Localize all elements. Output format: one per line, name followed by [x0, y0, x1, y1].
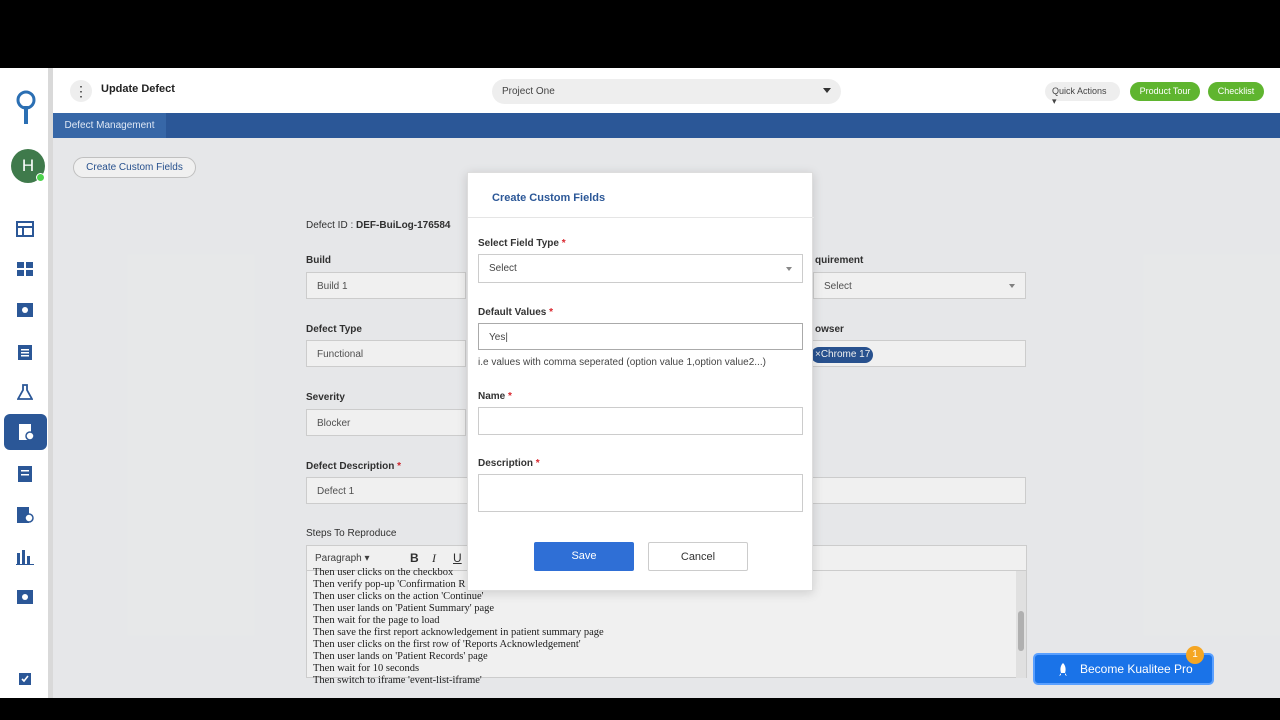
product-tour-button[interactable]: Product Tour: [1130, 82, 1200, 101]
default-values-hint: i.e values with comma seperated (option …: [478, 357, 766, 368]
default-values-label: Default Values *: [478, 307, 554, 318]
cancel-button[interactable]: Cancel: [648, 542, 748, 571]
modal-title: Create Custom Fields: [492, 192, 606, 204]
quick-actions-dropdown[interactable]: Quick Actions ▾: [1045, 82, 1120, 106]
name-label-text: Name: [478, 391, 506, 402]
field-type-label-text: Select Field Type: [478, 238, 559, 249]
top-header: ⋮ Update Defect Project One Quick Action…: [53, 68, 1280, 113]
modal-divider: [468, 217, 814, 218]
page-title: Update Defect: [101, 83, 175, 95]
checkbox-icon[interactable]: [14, 668, 36, 690]
tab-defect-management[interactable]: Defect Management: [53, 113, 166, 138]
project-select[interactable]: Project One: [492, 79, 841, 104]
modal-description-label: Description *: [478, 458, 540, 469]
list-doc-icon[interactable]: [14, 463, 36, 485]
save-button[interactable]: Save: [534, 542, 634, 571]
dashboard-icon[interactable]: [14, 258, 36, 280]
defect-doc-icon[interactable]: [4, 414, 47, 450]
avatar[interactable]: H: [11, 149, 45, 183]
flask-icon[interactable]: [14, 381, 36, 403]
clipboard-icon[interactable]: [14, 341, 36, 363]
chevron-down-icon: [786, 267, 792, 271]
project-select-value: Project One: [502, 86, 555, 97]
kebab-menu-icon[interactable]: ⋮: [70, 80, 92, 102]
rocket-icon: [1059, 663, 1067, 676]
default-values-input[interactable]: Yes|: [478, 323, 803, 350]
kualitee-logo[interactable]: [14, 90, 38, 126]
quick-actions-label: Quick Actions: [1052, 86, 1107, 96]
field-type-label: Select Field Type *: [478, 238, 566, 249]
modal-description-label-text: Description: [478, 458, 534, 469]
gear-doc-icon[interactable]: [14, 586, 36, 608]
name-label: Name *: [478, 391, 512, 402]
doc-search-icon[interactable]: [14, 504, 36, 526]
avatar-initial: H: [21, 156, 35, 175]
notification-badge: 1: [1186, 646, 1204, 664]
field-type-select[interactable]: Select: [478, 254, 803, 283]
settings-doc-icon[interactable]: [14, 299, 36, 321]
chevron-down-icon: [823, 88, 831, 93]
module-navbar: Defect Management: [53, 113, 1280, 138]
checklist-button[interactable]: Checklist: [1208, 82, 1264, 101]
bar-chart-icon[interactable]: [14, 546, 36, 568]
field-type-select-value: Select: [489, 263, 517, 274]
layout-icon[interactable]: [14, 218, 36, 240]
app-screen: H ⋮ Update Defect Project One Quick Acti…: [0, 68, 1280, 698]
default-values-label-text: Default Values: [478, 307, 547, 318]
online-status-dot: [36, 173, 45, 182]
become-pro-label: Become Kualitee Pro: [1080, 662, 1193, 676]
name-input[interactable]: [478, 407, 803, 435]
create-custom-fields-modal: Create Custom Fields Select Field Type *…: [467, 172, 814, 591]
description-textarea[interactable]: [478, 474, 803, 512]
sidebar: H: [0, 68, 50, 698]
